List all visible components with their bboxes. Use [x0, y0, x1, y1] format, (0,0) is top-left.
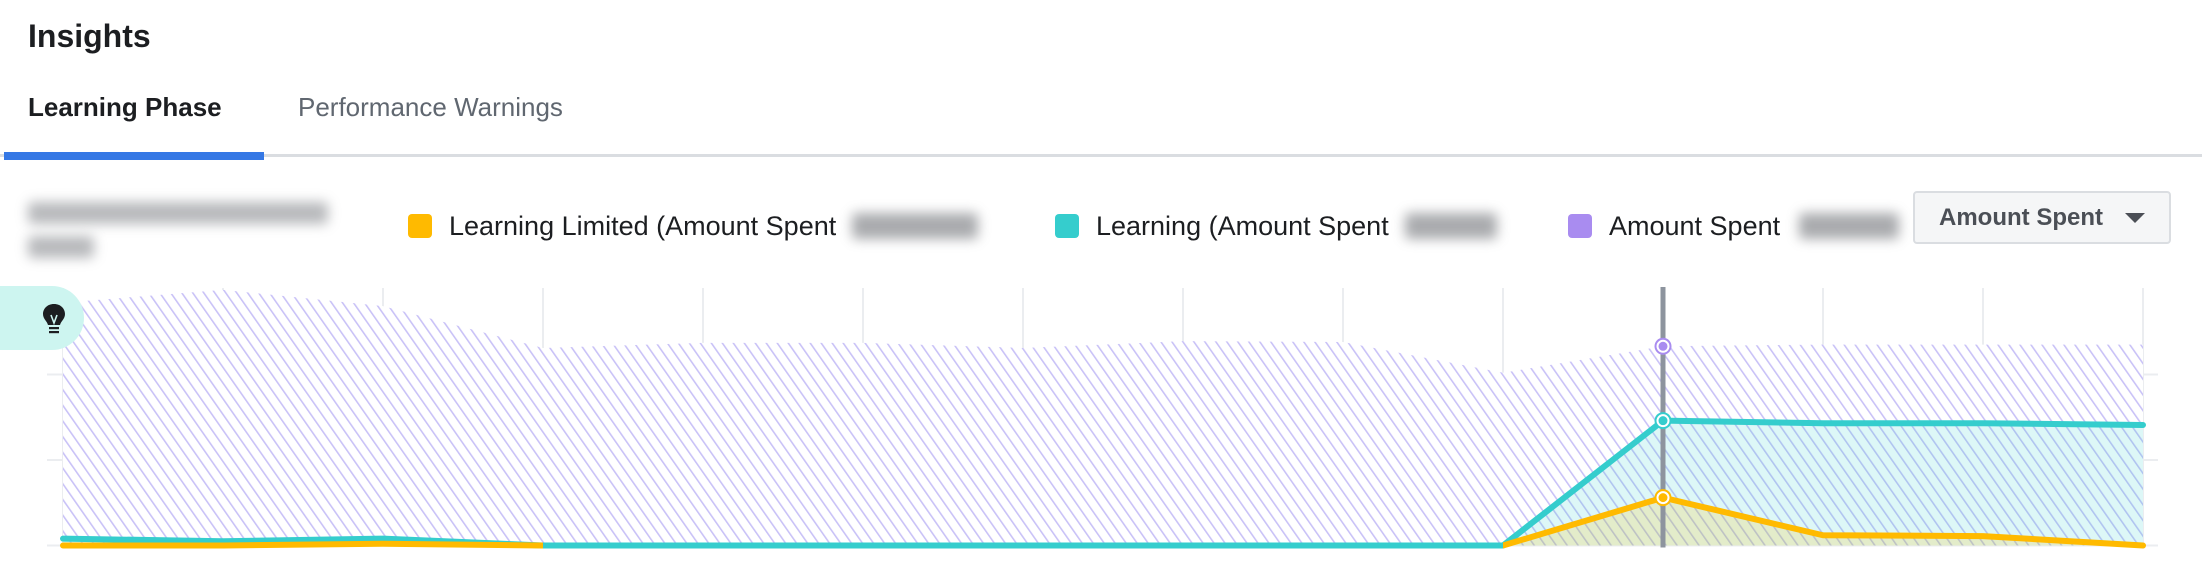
tab-divider — [0, 154, 2202, 157]
legend-swatch-amount-spent — [1568, 214, 1592, 238]
legend-value-redacted — [1404, 213, 1497, 239]
area-layer — [63, 289, 2143, 546]
tab-bar: Learning Phase Performance Warnings — [0, 86, 2202, 160]
active-tab-indicator — [4, 152, 264, 160]
chart-svg — [47, 287, 2158, 549]
legend-label: Learning (Amount Spent — [1096, 210, 1389, 241]
legend-item-amount-spent[interactable]: Amount Spent — [1568, 208, 1899, 244]
page-title: Insights — [28, 18, 151, 54]
legend-swatch-learning-limited — [408, 214, 432, 238]
tab-performance-warnings[interactable]: Performance Warnings — [298, 92, 563, 123]
tip-badge[interactable] — [0, 286, 84, 350]
date-range-redacted — [28, 190, 338, 262]
legend-value-redacted — [852, 213, 979, 239]
tab-learning-phase[interactable]: Learning Phase — [28, 92, 222, 123]
legend-value-redacted — [1799, 213, 1899, 239]
legend-label: Amount Spent — [1609, 210, 1781, 241]
caret-down-icon — [2124, 212, 2145, 223]
lightbulb-icon — [43, 304, 65, 334]
legend-item-learning[interactable]: Learning (Amount Spent — [1055, 208, 1497, 244]
legend-swatch-learning — [1055, 214, 1079, 238]
legend-item-learning-limited[interactable]: Learning Limited (Amount Spent — [408, 208, 979, 244]
metric-dropdown[interactable]: Amount Spent — [1913, 191, 2171, 244]
legend-label: Learning Limited (Amount Spent — [449, 210, 837, 241]
dropdown-selected-label: Amount Spent — [1939, 203, 2103, 231]
